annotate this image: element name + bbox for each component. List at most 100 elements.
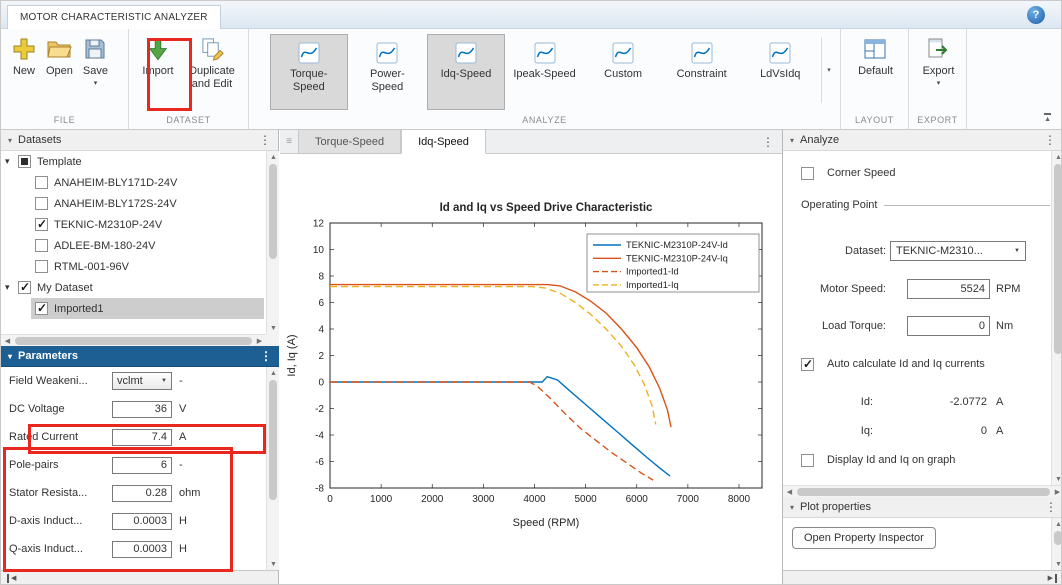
analyze-idq-speed-button[interactable]: Idq-Speed bbox=[427, 34, 505, 110]
save-floppy-icon bbox=[83, 36, 107, 62]
scroll-down-icon[interactable]: ▼ bbox=[267, 558, 280, 570]
dataset-label: Dataset: bbox=[783, 245, 886, 257]
panel-menu-icon[interactable]: ⋮ bbox=[259, 135, 271, 145]
analyze-vertical-scrollbar[interactable]: ▲ ▼ bbox=[1051, 151, 1062, 485]
auto-calculate-checkbox[interactable] bbox=[801, 358, 814, 371]
checkbox-my-dataset[interactable] bbox=[18, 281, 31, 294]
stator-resistance-field[interactable]: 0.28 bbox=[112, 485, 172, 502]
tree-expand-icon[interactable]: ▾ bbox=[5, 156, 18, 167]
scroll-left-icon[interactable]: ◀ bbox=[783, 486, 796, 498]
pole-pairs-field[interactable]: 6 bbox=[112, 457, 172, 474]
toolstrip-tab-bar: MOTOR CHARACTERISTIC ANALYZER ? bbox=[1, 1, 1061, 29]
parameter-unit: V bbox=[179, 403, 186, 415]
tab-idq-speed[interactable]: Idq-Speed bbox=[401, 130, 486, 154]
panel-menu-icon[interactable]: ⋮ bbox=[1045, 502, 1057, 512]
q-axis-inductance-field[interactable]: 0.0003 bbox=[112, 541, 172, 558]
tab-torque-speed[interactable]: Torque-Speed bbox=[298, 130, 401, 153]
svg-text:Imported1-Id: Imported1-Id bbox=[626, 267, 679, 277]
checkbox-adlee-bm-180[interactable] bbox=[35, 239, 48, 252]
chart-thumbnail-icon bbox=[769, 42, 791, 64]
scroll-down-icon[interactable]: ▼ bbox=[1052, 473, 1062, 485]
tree-item-anaheim-bly172s[interactable]: ANAHEIM-BLY172S-24V bbox=[1, 193, 266, 214]
plot-properties-scrollbar[interactable]: ▲ ▼ bbox=[1051, 518, 1062, 570]
help-button[interactable]: ? bbox=[1027, 6, 1045, 24]
new-button[interactable]: New bbox=[7, 33, 41, 78]
collapse-toolstrip-icon[interactable]: ▲ bbox=[1044, 113, 1051, 124]
chevron-down-icon: ▼ bbox=[1014, 248, 1020, 254]
checkbox-teknic-m2310p[interactable] bbox=[35, 218, 48, 231]
collapse-panel-icon[interactable]: ▾ bbox=[790, 136, 794, 145]
analyze-ldvsidq-button[interactable]: LdVsIdq bbox=[741, 34, 819, 110]
duplicate-and-edit-button[interactable]: Duplicate and Edit bbox=[181, 33, 243, 90]
field-weakening-dropdown[interactable]: vclmt ▼ bbox=[112, 372, 172, 390]
tree-item-imported1[interactable]: Imported1 bbox=[1, 298, 266, 319]
tree-expand-icon[interactable]: ▾ bbox=[5, 282, 18, 293]
open-button[interactable]: Open bbox=[41, 33, 78, 78]
scroll-down-icon[interactable]: ▼ bbox=[267, 322, 280, 334]
rated-current-field[interactable]: 7.4 bbox=[112, 429, 172, 446]
collapse-panel-icon[interactable]: ▾ bbox=[790, 503, 794, 512]
scroll-down-icon[interactable]: ▼ bbox=[1052, 558, 1062, 570]
scroll-up-icon[interactable]: ▲ bbox=[1052, 151, 1062, 163]
tree-item-teknic-m2310p[interactable]: TEKNIC-M2310P-24V bbox=[1, 214, 266, 235]
analyze-panel-header[interactable]: ▾ Analyze ⋮ bbox=[783, 130, 1062, 151]
panel-menu-icon[interactable]: ⋮ bbox=[1044, 135, 1056, 145]
datasets-horizontal-scrollbar[interactable]: ◀ ▶ bbox=[1, 334, 266, 346]
tree-item-template[interactable]: ▾ Template bbox=[1, 151, 266, 172]
save-button[interactable]: Save ▾ bbox=[78, 33, 113, 87]
analyze-ipeak-speed-button[interactable]: Ipeak-Speed bbox=[506, 34, 584, 110]
svg-text:6: 6 bbox=[318, 298, 324, 309]
display-id-iq-checkbox[interactable] bbox=[801, 454, 814, 467]
scroll-left-icon[interactable]: ◀ bbox=[1, 335, 14, 347]
collapse-panel-icon[interactable]: ▾ bbox=[8, 352, 12, 361]
load-torque-field[interactable]: 0 bbox=[907, 316, 990, 336]
iq-value: 0 bbox=[903, 425, 987, 437]
default-layout-button[interactable]: Default bbox=[853, 33, 898, 78]
analyze-constraint-button[interactable]: Constraint bbox=[663, 34, 741, 110]
scroll-right-icon[interactable]: ▶ bbox=[1051, 486, 1062, 498]
parameters-panel-header[interactable]: ▾ Parameters ⋮ bbox=[1, 346, 279, 367]
plot-properties-header[interactable]: ▾ Plot properties ⋮ bbox=[783, 497, 1062, 518]
checkbox-template[interactable] bbox=[18, 155, 31, 168]
d-axis-inductance-field[interactable]: 0.0003 bbox=[112, 513, 172, 530]
datasets-tree: ▾ Template ANAHEIM-BLY171D-24V ANAHEIM-B… bbox=[1, 151, 279, 346]
export-button[interactable]: Export ▾ bbox=[918, 33, 960, 87]
scroll-up-icon[interactable]: ▲ bbox=[267, 367, 280, 379]
collapse-left-panel-icon[interactable]: ◀ bbox=[7, 574, 16, 583]
datasets-panel-header[interactable]: ▾ Datasets ⋮ bbox=[1, 130, 278, 151]
load-torque-label: Load Torque: bbox=[783, 320, 886, 332]
scroll-up-icon[interactable]: ▲ bbox=[267, 151, 280, 163]
dc-voltage-field[interactable]: 36 bbox=[112, 401, 172, 418]
tree-item-anaheim-bly171d[interactable]: ANAHEIM-BLY171D-24V bbox=[1, 172, 266, 193]
analyze-torque-speed-button[interactable]: Torque- Speed bbox=[270, 34, 348, 110]
toolstrip-section-dataset: Import Duplicate and Edit DATASET bbox=[129, 29, 249, 129]
tree-item-adlee-bm-180[interactable]: ADLEE-BM-180-24V bbox=[1, 235, 266, 256]
open-property-inspector-button[interactable]: Open Property Inspector bbox=[792, 527, 936, 549]
collapse-right-panel-icon[interactable]: ▶ bbox=[1048, 574, 1057, 583]
gallery-dropdown-icon[interactable]: ▾ bbox=[821, 37, 836, 103]
collapse-panel-icon[interactable]: ▾ bbox=[8, 136, 12, 145]
document-options-icon[interactable]: ⋮ bbox=[754, 130, 782, 153]
analyze-power-speed-button[interactable]: Power- Speed bbox=[349, 34, 427, 110]
scroll-right-icon[interactable]: ▶ bbox=[253, 335, 266, 347]
app-tab[interactable]: MOTOR CHARACTERISTIC ANALYZER bbox=[7, 5, 221, 29]
checkbox-anaheim-bly172s[interactable] bbox=[35, 197, 48, 210]
tree-item-rtml-001[interactable]: RTML-001-96V bbox=[1, 256, 266, 277]
import-button[interactable]: Import bbox=[135, 33, 181, 78]
panel-menu-icon[interactable]: ⋮ bbox=[260, 351, 272, 361]
parameters-vertical-scrollbar[interactable]: ▲ ▼ bbox=[266, 367, 279, 570]
motor-speed-field[interactable]: 5524 bbox=[907, 279, 990, 299]
tree-item-my-dataset[interactable]: ▾ My Dataset bbox=[1, 277, 266, 298]
corner-speed-checkbox[interactable] bbox=[801, 167, 814, 180]
dataset-dropdown[interactable]: TEKNIC-M2310... ▼ bbox=[890, 241, 1026, 261]
scroll-up-icon[interactable]: ▲ bbox=[1052, 518, 1062, 530]
checkbox-imported1[interactable] bbox=[35, 302, 48, 315]
analyze-horizontal-scrollbar[interactable]: ◀ ▶ bbox=[783, 485, 1062, 497]
checkbox-anaheim-bly171d[interactable] bbox=[35, 176, 48, 189]
datasets-vertical-scrollbar[interactable]: ▲ ▼ bbox=[266, 151, 279, 334]
svg-text:7000: 7000 bbox=[677, 494, 700, 505]
svg-text:TEKNIC-M2310P-24V-Iq: TEKNIC-M2310P-24V-Iq bbox=[626, 253, 728, 263]
checkbox-rtml-001[interactable] bbox=[35, 260, 48, 273]
analyze-custom-button[interactable]: Custom bbox=[584, 34, 662, 110]
parameter-row-rated-current: Rated Current 7.4 A bbox=[1, 423, 279, 451]
